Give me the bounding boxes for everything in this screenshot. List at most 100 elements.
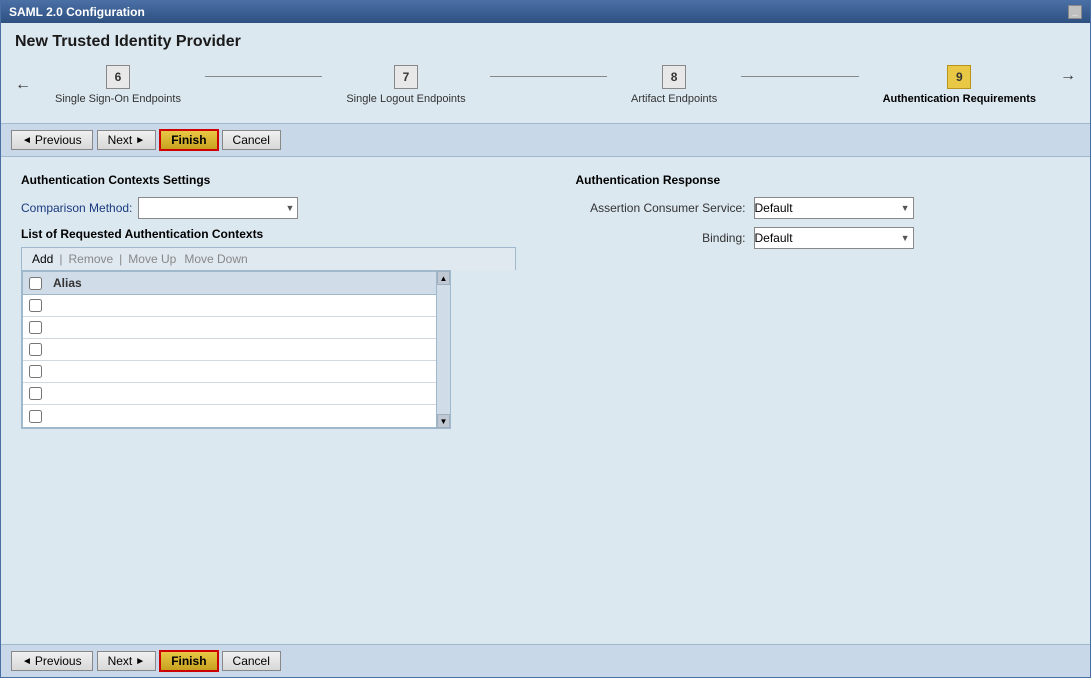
- main-window: SAML 2.0 Configuration _ New Trusted Ide…: [0, 0, 1091, 678]
- content-area: New Trusted Identity Provider ← 6 Single…: [1, 23, 1090, 677]
- top-previous-button[interactable]: ◄ Previous: [11, 130, 93, 150]
- row-alias-cell: [47, 304, 449, 308]
- table-row: [23, 405, 449, 427]
- row-alias-cell: [47, 348, 449, 352]
- step-7-label: Single Logout Endpoints: [346, 93, 465, 105]
- row-checkbox-cell: [23, 365, 47, 378]
- table-row: [23, 339, 449, 361]
- bottom-next-button[interactable]: Next ►: [97, 651, 157, 671]
- page-title: New Trusted Identity Provider: [15, 33, 1076, 51]
- left-panel: Authentication Contexts Settings Compari…: [21, 173, 516, 628]
- table-row: [23, 361, 449, 383]
- minimize-button[interactable]: _: [1068, 5, 1082, 19]
- right-arrow-icon: →: [1060, 67, 1076, 85]
- top-next-button[interactable]: Next ►: [97, 130, 157, 150]
- comparison-method-select[interactable]: [138, 197, 298, 219]
- row-alias-cell: [47, 414, 449, 418]
- row-checkbox[interactable]: [29, 410, 42, 423]
- row-checkbox[interactable]: [29, 343, 42, 356]
- binding-select-wrapper: Default: [754, 227, 914, 249]
- sep-1: |: [59, 252, 62, 266]
- bottom-toolbar: ◄ Previous Next ► Finish Cancel: [1, 644, 1090, 677]
- alias-table-header: Alias: [23, 272, 449, 295]
- top-finish-button[interactable]: Finish: [160, 130, 217, 150]
- assertion-label: Assertion Consumer Service:: [576, 201, 746, 215]
- left-section-title: Authentication Contexts Settings: [21, 173, 516, 187]
- top-cancel-label: Cancel: [233, 133, 270, 147]
- list-section-title: List of Requested Authentication Context…: [21, 227, 516, 241]
- table-scrollbar: ▲ ▼: [436, 271, 450, 428]
- table-row: [23, 295, 449, 317]
- step-6-number: 6: [106, 65, 130, 89]
- wizard-step-9[interactable]: 9 Authentication Requirements: [883, 65, 1036, 105]
- row-checkbox-cell: [23, 343, 47, 356]
- row-checkbox-cell: [23, 321, 47, 334]
- next-arrow-icon: ►: [135, 135, 145, 146]
- row-checkbox-cell: [23, 299, 47, 312]
- scroll-down-arrow[interactable]: ▼: [437, 414, 450, 428]
- left-arrow-icon: ←: [15, 76, 31, 94]
- row-checkbox[interactable]: [29, 321, 42, 334]
- alias-table-wrapper: Alias: [21, 270, 451, 429]
- alias-table-rows: [23, 295, 449, 427]
- wizard-step-8[interactable]: 8 Artifact Endpoints: [631, 65, 717, 105]
- assertion-select-wrapper: Default: [754, 197, 914, 219]
- top-cancel-button[interactable]: Cancel: [222, 130, 281, 150]
- top-next-label: Next: [108, 133, 133, 147]
- step-9-label: Authentication Requirements: [883, 93, 1036, 105]
- top-previous-label: Previous: [35, 133, 82, 147]
- binding-select[interactable]: Default: [754, 227, 914, 249]
- top-finish-label: Finish: [171, 133, 206, 147]
- wizard-step-7[interactable]: 7 Single Logout Endpoints: [346, 65, 465, 105]
- wizard-line-1: [205, 76, 322, 77]
- sep-2: |: [119, 252, 122, 266]
- header-section: New Trusted Identity Provider ← 6 Single…: [1, 23, 1090, 123]
- list-toolbar: Add | Remove | Move Up Move Down: [21, 247, 516, 270]
- wizard-steps: ← 6 Single Sign-On Endpoints 7 Single Lo…: [15, 61, 1076, 109]
- bottom-previous-label: Previous: [35, 654, 82, 668]
- step-9-number: 9: [947, 65, 971, 89]
- step-8-label: Artifact Endpoints: [631, 93, 717, 105]
- title-bar: SAML 2.0 Configuration _: [1, 1, 1090, 23]
- row-checkbox[interactable]: [29, 299, 42, 312]
- wizard-line-3: [741, 76, 858, 77]
- header-checkbox-cell: [23, 273, 47, 294]
- window-title: SAML 2.0 Configuration: [9, 5, 145, 19]
- move-down-button[interactable]: Move Down: [180, 251, 251, 267]
- assertion-consumer-row: Assertion Consumer Service: Default: [576, 197, 1071, 219]
- comparison-label: Comparison Method:: [21, 201, 132, 215]
- wizard-step-6[interactable]: 6 Single Sign-On Endpoints: [55, 65, 181, 105]
- move-up-button[interactable]: Move Up: [124, 251, 180, 267]
- comparison-method-select-wrapper: [138, 197, 298, 219]
- previous-arrow-icon: ◄: [22, 135, 32, 146]
- table-row: [23, 383, 449, 405]
- row-alias-cell: [47, 370, 449, 374]
- bottom-finish-label: Finish: [171, 654, 206, 668]
- bottom-cancel-label: Cancel: [233, 654, 270, 668]
- assertion-consumer-select[interactable]: Default: [754, 197, 914, 219]
- main-content: Authentication Contexts Settings Compari…: [1, 157, 1090, 644]
- remove-button[interactable]: Remove: [64, 251, 117, 267]
- bottom-finish-button[interactable]: Finish: [160, 651, 217, 671]
- comparison-method-row: Comparison Method:: [21, 197, 516, 219]
- step-6-label: Single Sign-On Endpoints: [55, 93, 181, 105]
- add-button[interactable]: Add: [28, 251, 57, 267]
- row-checkbox[interactable]: [29, 365, 42, 378]
- scroll-up-arrow[interactable]: ▲: [437, 271, 450, 285]
- step-8-number: 8: [662, 65, 686, 89]
- select-all-checkbox[interactable]: [29, 277, 42, 290]
- scroll-track: [437, 285, 450, 414]
- binding-row: Binding: Default: [576, 227, 1071, 249]
- row-alias-cell: [47, 326, 449, 330]
- right-panel: Authentication Response Assertion Consum…: [576, 173, 1071, 628]
- bottom-cancel-button[interactable]: Cancel: [222, 651, 281, 671]
- row-checkbox[interactable]: [29, 387, 42, 400]
- alias-table: Alias: [22, 271, 450, 428]
- bottom-previous-button[interactable]: ◄ Previous: [11, 651, 93, 671]
- bottom-next-label: Next: [108, 654, 133, 668]
- step-7-number: 7: [394, 65, 418, 89]
- row-alias-cell: [47, 392, 449, 396]
- row-checkbox-cell: [23, 387, 47, 400]
- bottom-previous-arrow-icon: ◄: [22, 656, 32, 667]
- right-section-title: Authentication Response: [576, 173, 1071, 187]
